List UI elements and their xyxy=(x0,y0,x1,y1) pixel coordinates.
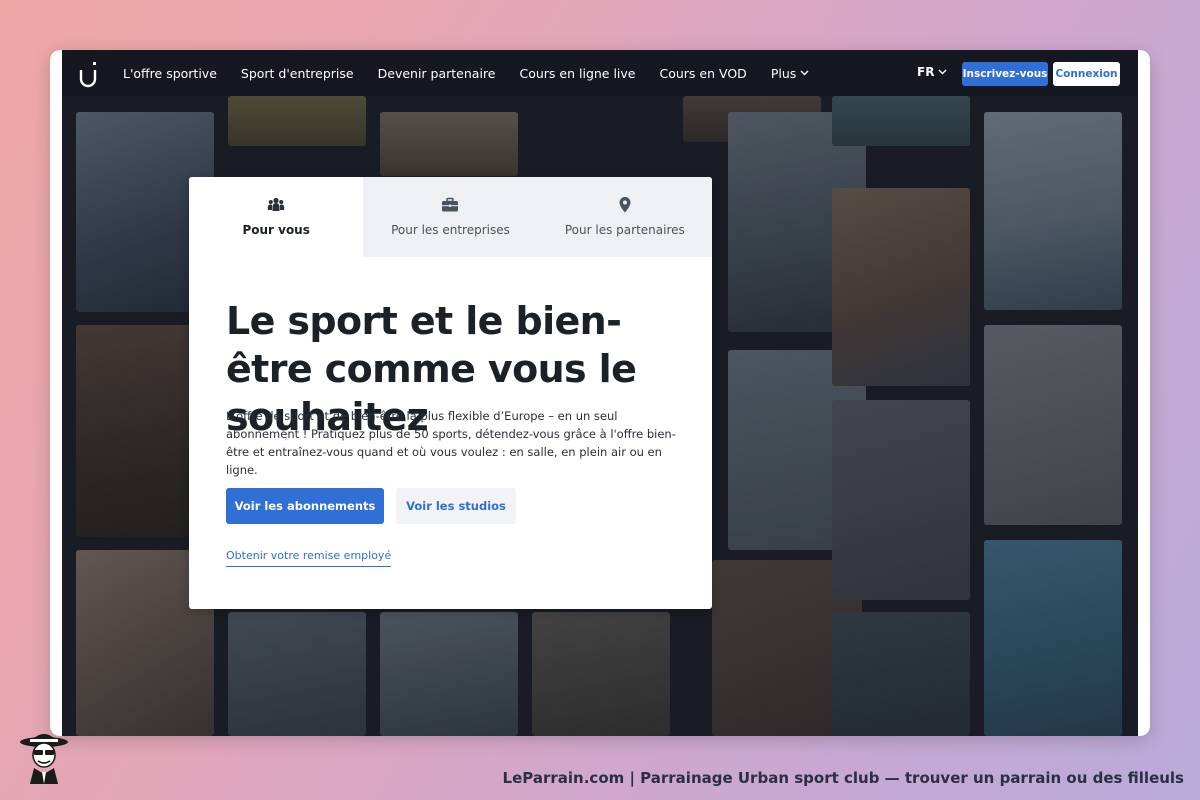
tab-pour-les-entreprises[interactable]: Pour les entreprises xyxy=(363,177,538,257)
urban-sports-logo-icon[interactable] xyxy=(77,60,99,88)
audience-tabs: Pour vous Pour les entreprises Pour les … xyxy=(189,177,712,257)
chevron-down-icon xyxy=(800,70,809,76)
hero-description: L’offre de sport et de bien-être la plus… xyxy=(226,409,676,477)
hero-card: Pour vous Pour les entreprises Pour les … xyxy=(189,177,712,609)
location-pin-icon xyxy=(619,197,631,213)
nav-link-label: L'offre sportive xyxy=(123,65,217,81)
nav-link-cours-vod[interactable]: Cours en VOD xyxy=(660,66,747,81)
chevron-down-icon xyxy=(938,69,947,75)
tab-label: Pour vous xyxy=(242,223,310,237)
nav-link-label: Cours en VOD xyxy=(659,65,747,81)
signup-button[interactable]: Inscrivez-vous xyxy=(962,62,1048,86)
employee-discount-link[interactable]: Obtenir votre remise employé xyxy=(226,549,392,567)
top-navigation: L'offre sportive Sport d'entreprise Deve… xyxy=(62,50,1138,96)
nav-link-label: Plus xyxy=(770,65,797,81)
briefcase-icon xyxy=(442,197,459,212)
tab-label: Pour les entreprises xyxy=(391,223,510,237)
nav-link-offre-sportive[interactable]: L'offre sportive xyxy=(123,66,217,81)
nav-link-label: Cours en ligne live xyxy=(519,65,636,81)
tab-pour-vous[interactable]: Pour vous xyxy=(189,177,364,257)
nav-link-sport-entreprise[interactable]: Sport d'entreprise xyxy=(241,66,354,81)
view-subscriptions-button[interactable]: Voir les abonnements xyxy=(226,488,384,524)
website: L'offre sportive Sport d'entreprise Deve… xyxy=(62,50,1138,736)
tab-label: Pour les partenaires xyxy=(564,223,685,237)
browser-frame: L'offre sportive Sport d'entreprise Deve… xyxy=(50,50,1150,736)
nav-link-plus[interactable]: Plus xyxy=(771,66,809,81)
footer-caption: LeParrain.com | Parrainage Urban sport c… xyxy=(502,769,1184,787)
nav-link-label: Sport d'entreprise xyxy=(240,65,354,81)
view-studios-button[interactable]: Voir les studios xyxy=(396,488,516,524)
tab-pour-les-partenaires[interactable]: Pour les partenaires xyxy=(537,177,712,257)
language-label: FR xyxy=(917,65,935,79)
nav-link-cours-live[interactable]: Cours en ligne live xyxy=(519,66,635,81)
login-button[interactable]: Connexion xyxy=(1053,62,1120,86)
people-icon xyxy=(267,197,285,211)
nav-link-devenir-partenaire[interactable]: Devenir partenaire xyxy=(378,66,496,81)
nav-link-label: Devenir partenaire xyxy=(377,65,496,81)
nav-links: L'offre sportive Sport d'entreprise Deve… xyxy=(123,50,833,96)
language-selector[interactable]: FR xyxy=(917,65,947,79)
mascot-icon xyxy=(20,734,68,784)
